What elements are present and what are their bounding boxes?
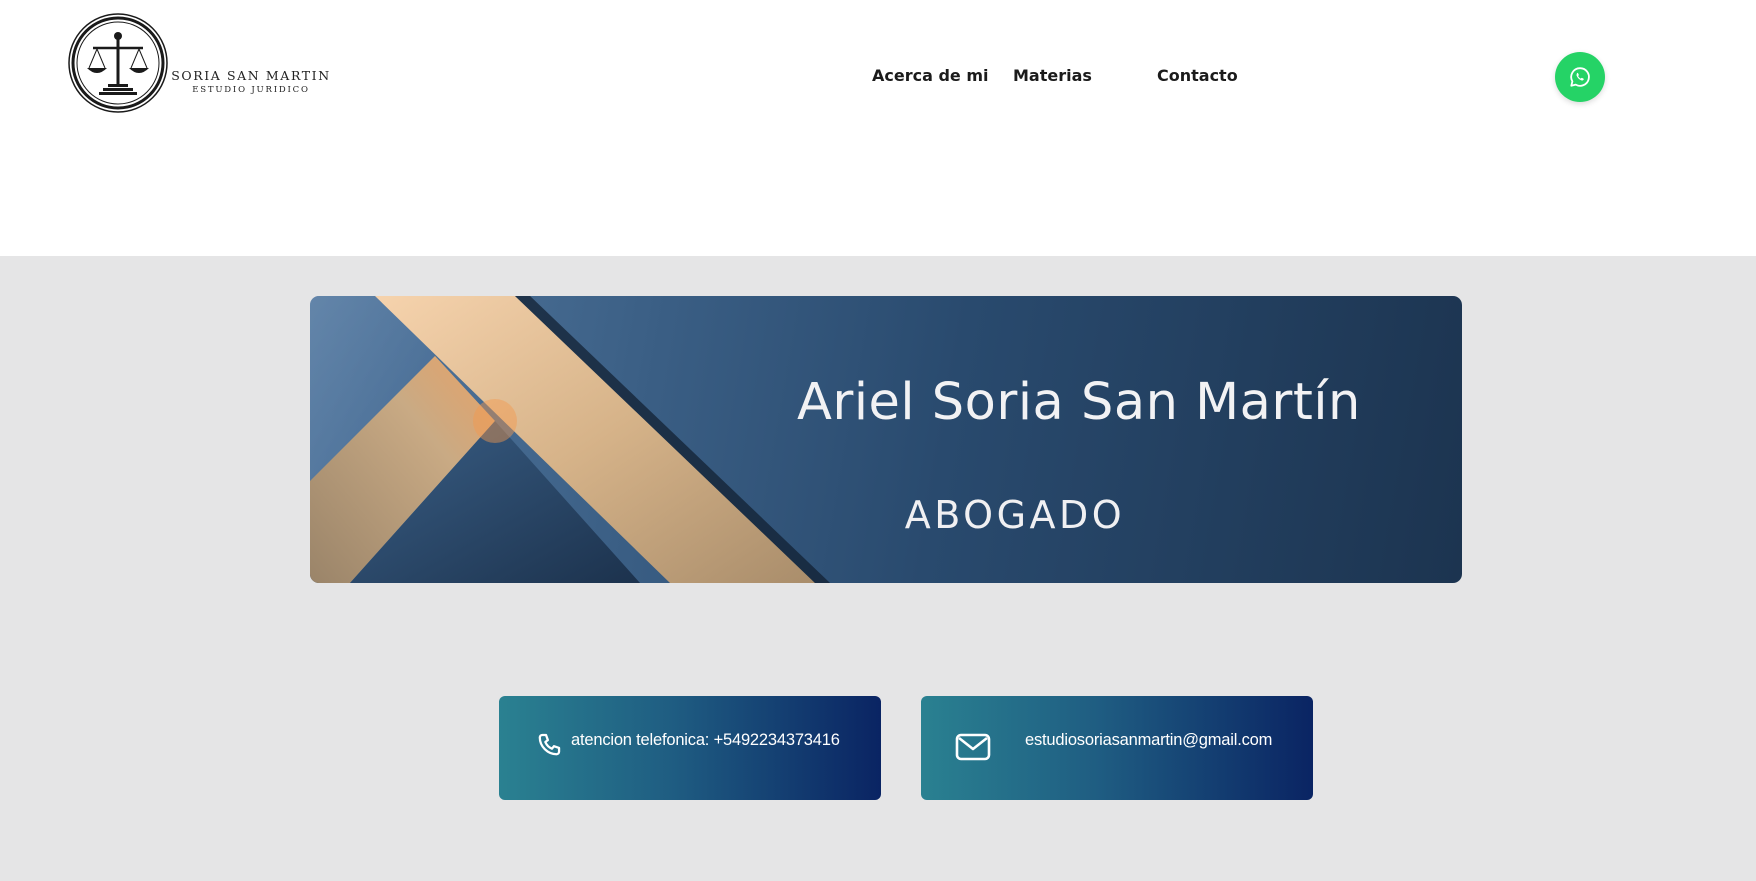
nav-item-materias[interactable]: Materias (1013, 66, 1092, 85)
phone-icon (538, 733, 561, 756)
hero-banner: Ariel Soria San Martín ABOGADO (310, 296, 1462, 583)
email-contact-label: estudiosoriasanmartin@gmail.com (1025, 731, 1273, 749)
brand-name: SORIA SAN MARTIN (171, 68, 331, 83)
site-header: SORIA SAN MARTIN ESTUDIO JURIDICO Acerca… (0, 0, 1756, 256)
nav-item-contacto[interactable]: Contacto (1157, 66, 1238, 85)
whatsapp-button[interactable] (1555, 52, 1605, 102)
lawyer-name: Ariel Soria San Martín (797, 373, 1361, 432)
whatsapp-icon (1570, 67, 1590, 87)
nav-item-acerca-de-mi[interactable]: Acerca de mi (872, 66, 989, 85)
scales-of-justice-icon (68, 13, 168, 113)
banner-geometric-decoration (310, 296, 830, 583)
phone-contact-card[interactable]: atencion telefonica: +5492234373416 (499, 696, 881, 800)
phone-contact-label: atencion telefonica: +5492234373416 (571, 731, 840, 749)
email-contact-card[interactable]: estudiosoriasanmartin@gmail.com (921, 696, 1313, 800)
lawyer-title: ABOGADO (904, 493, 1126, 537)
site-logo[interactable]: SORIA SAN MARTIN ESTUDIO JURIDICO (67, 12, 329, 114)
mail-icon (955, 733, 991, 761)
brand-tagline: ESTUDIO JURIDICO (192, 85, 310, 95)
main-section: Ariel Soria San Martín ABOGADO atencion … (0, 256, 1756, 881)
